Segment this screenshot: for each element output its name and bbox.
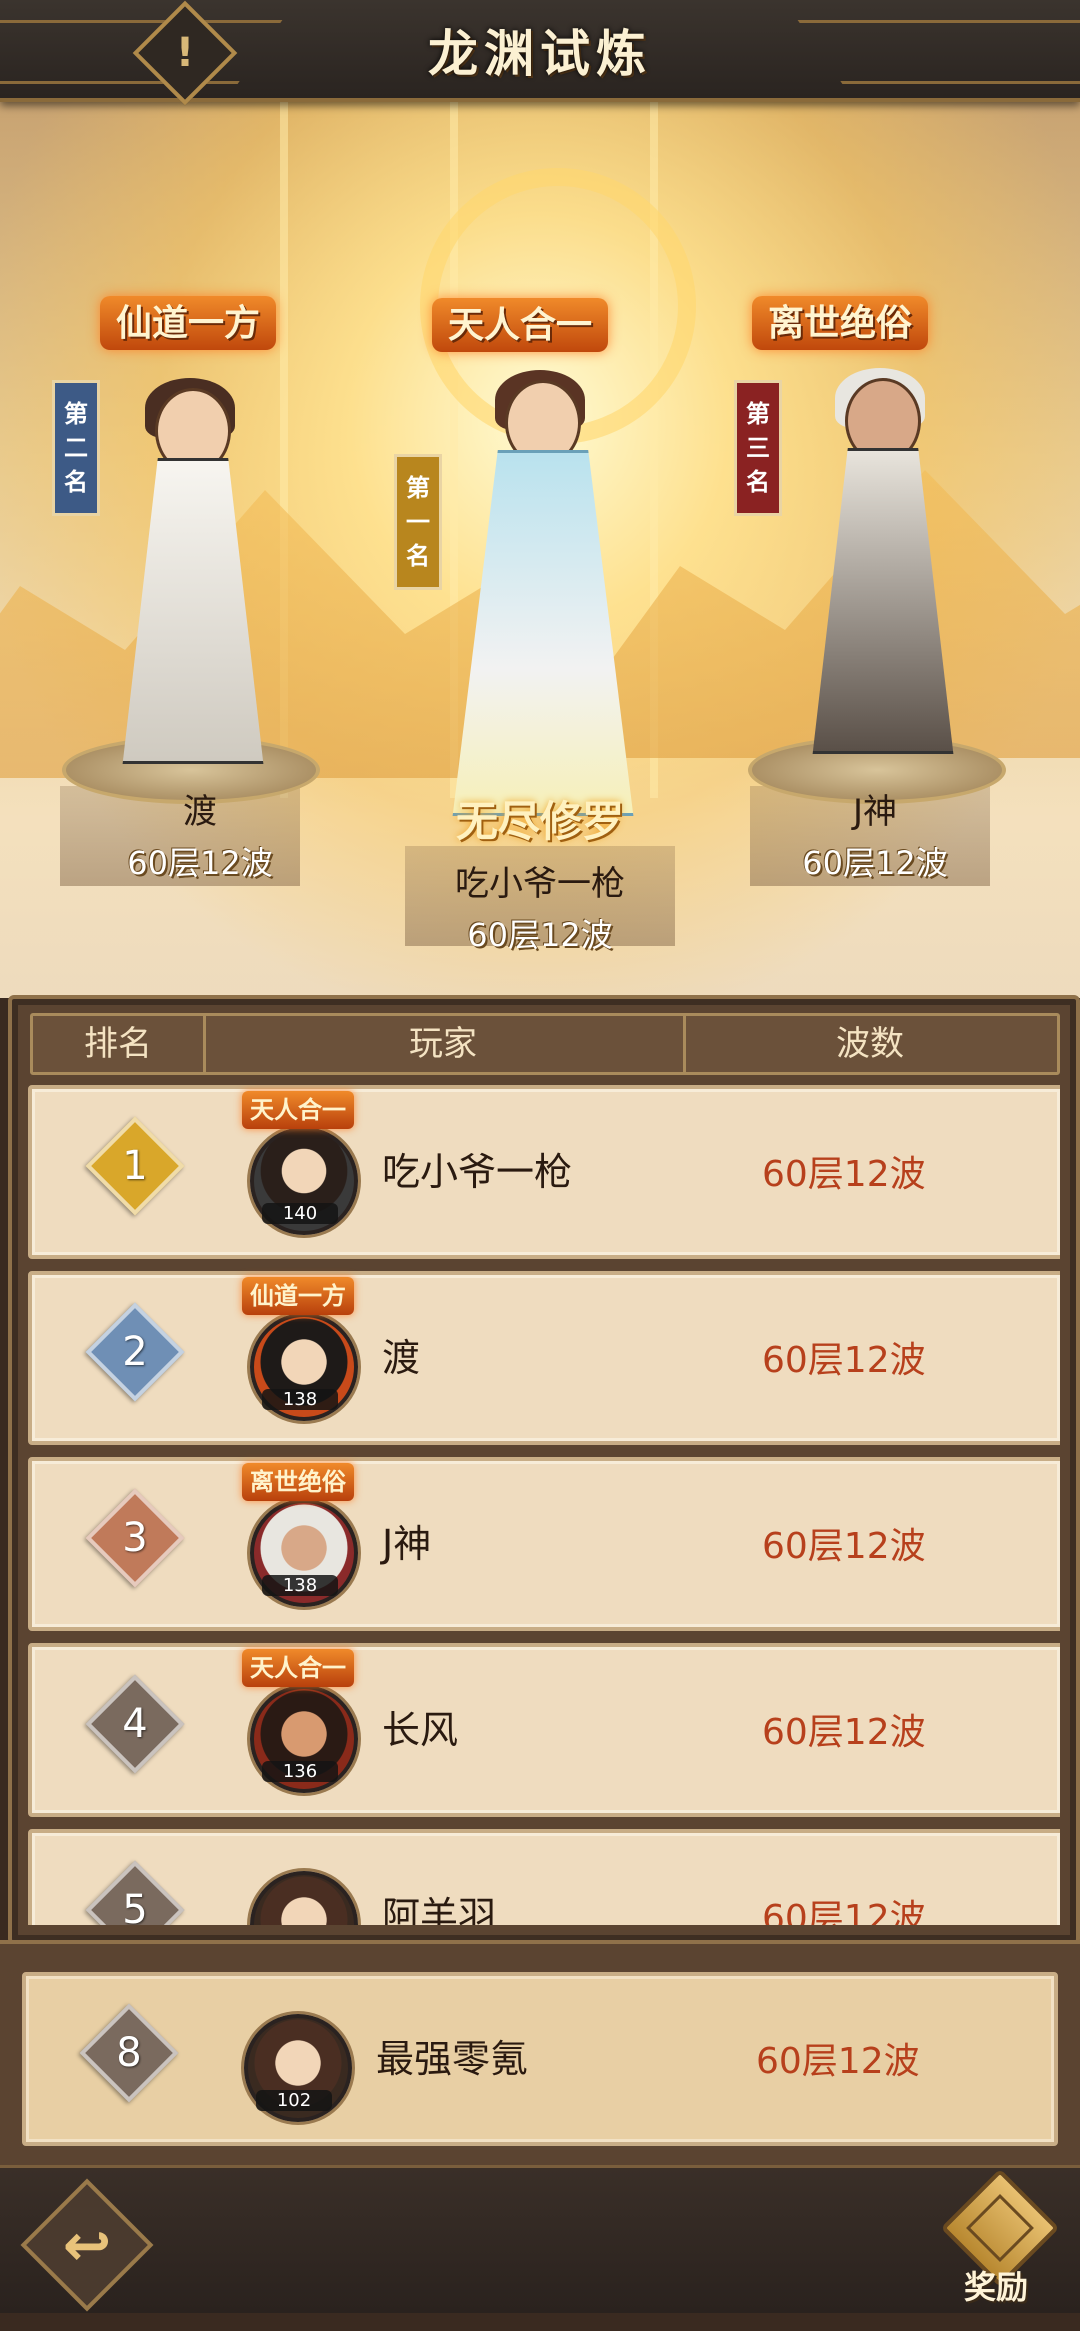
leaderboard-list[interactable]: 1 140 天人合一 吃小爷一枪 60层12波 2 138 仙道一方 渡 60层… (28, 1085, 1060, 1925)
hero-score-third: 60层12波 (802, 844, 948, 882)
player-score: 60层12波 (756, 2041, 920, 2082)
player-level: 138 (262, 1575, 338, 1596)
rank-gem-icon: 3 (85, 1488, 185, 1588)
rank-gem-icon: 8 (79, 2003, 179, 2103)
subtitle-first: 无尽修罗 (455, 797, 624, 846)
hero-name-first: 吃小爷一枪 (455, 864, 625, 904)
avatar[interactable] (250, 1871, 358, 1925)
rank-banner-first: 第一名 (394, 454, 442, 590)
character-first[interactable] (420, 370, 660, 830)
player-score: 60层12波 (762, 1154, 926, 1195)
player-title-badge: 天人合一 (242, 1649, 354, 1687)
player-level: 138 (262, 1389, 338, 1410)
header-score: 波数 (836, 1024, 904, 1064)
my-rank-row[interactable]: 8 102 最强零氪 60层12波 (22, 1972, 1058, 2146)
player-name: 最强零氪 (376, 2037, 529, 2081)
hero-score-second: 60层12波 (127, 844, 273, 882)
leaderboard-panel: 排名 玩家 波数 1 140 天人合一 吃小爷一枪 60层12波 2 138 仙… (8, 995, 1080, 1945)
player-level: 140 (262, 1203, 338, 1224)
reward-label: 奖励 (963, 2268, 1028, 2306)
hero-score-first: 60层12波 (467, 916, 613, 954)
character-second[interactable] (90, 378, 290, 768)
player-name: J神 (382, 1522, 432, 1566)
footer-bar: ↩ 奖励 (0, 2165, 1080, 2313)
header-player: 玩家 (203, 1016, 686, 1072)
title-badge-third: 离世绝俗 (752, 296, 929, 350)
back-button[interactable]: ↩ (20, 2178, 154, 2312)
my-rank-panel: 8 102 最强零氪 60层12波 (0, 1940, 1080, 2169)
page-title: 龙渊试炼 (428, 24, 652, 83)
character-third[interactable] (780, 368, 980, 778)
player-name: 长风 (382, 1708, 459, 1752)
rank-gem-icon: 1 (85, 1116, 185, 1216)
player-title-badge: 离世绝俗 (242, 1463, 354, 1501)
rank-banner-third: 第三名 (734, 380, 782, 516)
player-level: 102 (256, 2090, 332, 2111)
rank-gem-icon: 2 (85, 1302, 185, 1402)
player-score: 60层12波 (762, 1526, 926, 1567)
player-name: 吃小爷一枪 (382, 1150, 573, 1194)
player-name: 渡 (382, 1336, 421, 1380)
player-title-badge: 天人合一 (242, 1091, 354, 1129)
table-row[interactable]: 3 138 离世绝俗 J神 60层12波 (28, 1457, 1060, 1631)
player-level: 136 (262, 1761, 338, 1782)
table-row[interactable]: 5 阿羊羽 60层12波 (28, 1829, 1060, 1925)
title-badge-first: 天人合一 (432, 298, 609, 352)
player-score: 60层12波 (762, 1712, 926, 1753)
rank-gem-icon: 4 (85, 1674, 185, 1774)
player-name: 阿羊羽 (382, 1894, 497, 1925)
table-row[interactable]: 2 138 仙道一方 渡 60层12波 (28, 1271, 1060, 1445)
table-row[interactable]: 1 140 天人合一 吃小爷一枪 60层12波 (28, 1085, 1060, 1259)
player-title-badge: 仙道一方 (242, 1277, 354, 1315)
hero-name-second: 渡 (183, 792, 217, 832)
table-row[interactable]: 4 136 天人合一 长风 60层12波 (28, 1643, 1060, 1817)
podium-scene: 仙道一方 第二名 渡 60层12波 离世绝俗 第三名 J神 60层12波 天人合… (0, 98, 1080, 998)
title-bar: ! 龙渊试炼 (0, 0, 1080, 106)
header-rank: 排名 (33, 1016, 206, 1072)
table-header: 排名 玩家 波数 (30, 1013, 1060, 1075)
back-arrow-icon: ↩ (62, 2211, 112, 2279)
title-badge-second: 仙道一方 (100, 296, 277, 350)
reward-button[interactable]: 奖励 (936, 2168, 1060, 2308)
hero-name-third: J神 (852, 792, 898, 832)
rank-banner-second: 第二名 (52, 380, 100, 516)
player-score: 60层12波 (762, 1898, 926, 1925)
player-score: 60层12波 (762, 1340, 926, 1381)
rank-gem-icon: 5 (85, 1860, 185, 1925)
